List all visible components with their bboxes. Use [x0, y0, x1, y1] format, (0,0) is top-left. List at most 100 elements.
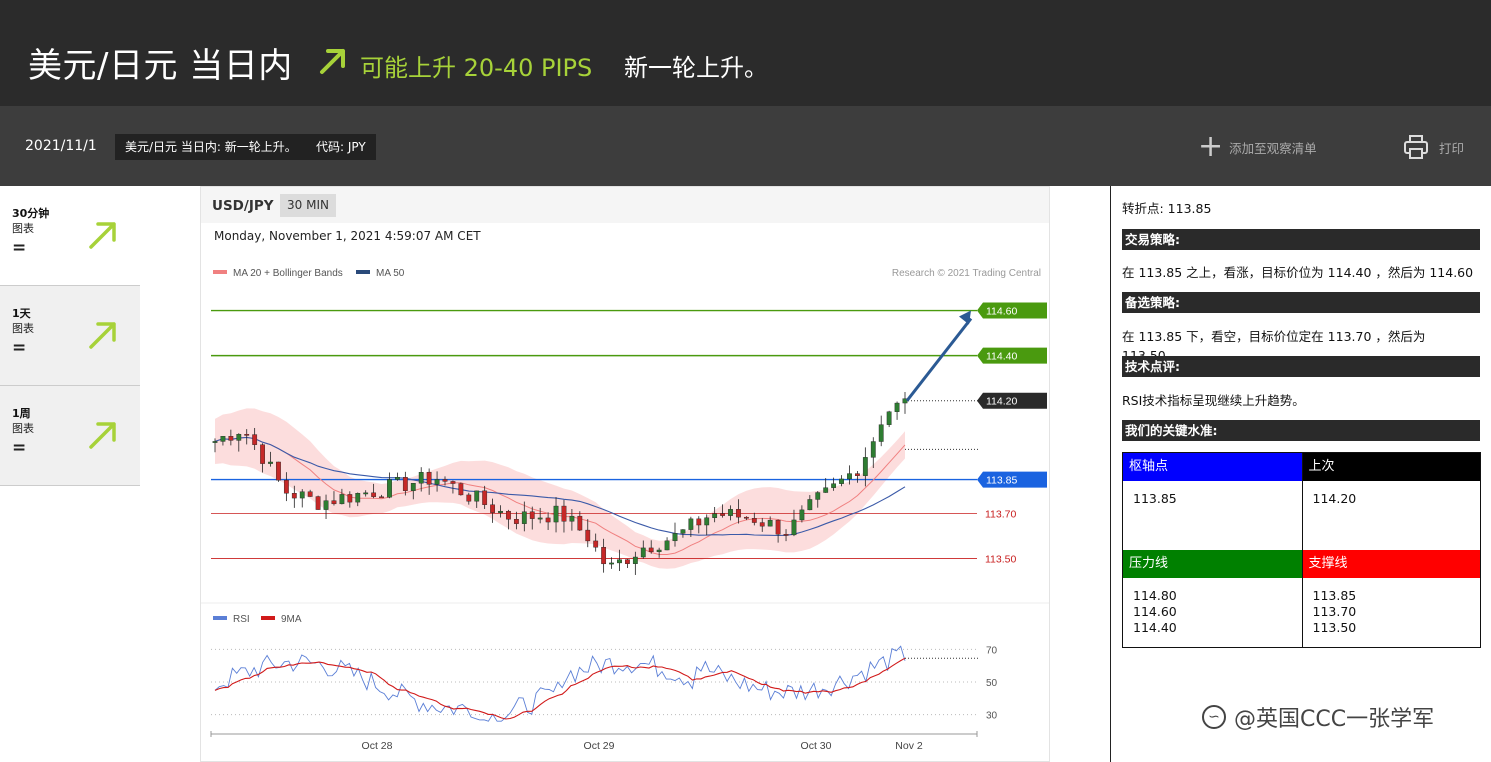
- page-title: 美元/日元 当日内: [28, 46, 293, 86]
- candle-body: [545, 517, 551, 523]
- candle-body: [743, 516, 749, 519]
- candle-body: [728, 509, 733, 516]
- candle-body: [315, 496, 321, 510]
- candle-body: [220, 436, 226, 442]
- trend-indicator: =: [12, 438, 27, 458]
- candle-body: [458, 483, 464, 496]
- title-tag: 美元/日元 当日内: 新一轮上升。: [115, 134, 307, 160]
- rsi-tick-label: 50: [986, 678, 998, 689]
- candle-body: [379, 496, 384, 499]
- trend-indicator: =: [12, 338, 27, 358]
- level-label: 113.85: [986, 475, 1017, 487]
- rsi-tick-label: 30: [986, 711, 998, 722]
- candle-body: [751, 518, 757, 523]
- legend-swatch-9ma: [261, 616, 275, 620]
- candle-body: [355, 493, 361, 503]
- candle-body: [418, 472, 424, 484]
- candle-body: [395, 476, 400, 480]
- candle-body: [823, 487, 829, 493]
- bollinger-bands: [215, 408, 905, 569]
- candle-body: [260, 444, 265, 464]
- last-value: 114.20: [1312, 491, 1357, 506]
- printer-icon: [1404, 135, 1428, 159]
- print-button[interactable]: 打印: [1403, 134, 1464, 160]
- candle-body: [736, 509, 741, 518]
- rsi-line: [214, 645, 906, 722]
- up-right-arrow-icon: [86, 218, 120, 252]
- resistance-value: 114.60: [1133, 604, 1177, 619]
- pivot-text: 转折点: 113.85: [1122, 201, 1212, 216]
- level-label: 113.50: [985, 553, 1016, 565]
- candle-body: [466, 494, 472, 502]
- candle-body: [799, 509, 805, 521]
- candle-body: [601, 547, 607, 565]
- level-label: 114.40: [986, 351, 1017, 363]
- candle-body: [680, 529, 686, 534]
- resistance-header: 压力线: [1123, 550, 1302, 578]
- rsi-tick-label: 70: [986, 645, 998, 656]
- x-tick-label: Oct 30: [801, 740, 832, 752]
- candle-body: [704, 517, 710, 526]
- support-value: 113.50: [1312, 620, 1357, 635]
- sidebar-item-name: 1天: [12, 307, 31, 320]
- candle-body: [720, 513, 725, 516]
- candle-body: [696, 518, 702, 526]
- add-to-watchlist-button[interactable]: + 添加至观察清单: [1198, 129, 1317, 164]
- resistance-values: 114.80 114.60 114.40: [1123, 578, 1302, 647]
- pivot-value: 113.85: [1133, 491, 1177, 506]
- report-date: 2021/11/1: [25, 138, 97, 154]
- candle-body: [862, 457, 868, 476]
- level-label: 114.60: [986, 306, 1017, 318]
- candle-body: [791, 519, 797, 536]
- candle-body: [228, 436, 234, 441]
- sidebar-item-label: 图表: [12, 222, 34, 235]
- candle-body: [426, 472, 432, 485]
- candle-body: [831, 483, 837, 488]
- candle-body: [783, 534, 789, 536]
- candle-body: [775, 519, 781, 535]
- forecast-text: 可能上升 20-40 PIPS: [360, 54, 593, 82]
- level-label: 113.70: [985, 508, 1016, 520]
- candle-body: [268, 461, 273, 464]
- candle-body: [656, 549, 662, 553]
- candle-body: [878, 424, 884, 442]
- print-label: 打印: [1439, 140, 1465, 156]
- candle-body: [276, 461, 281, 481]
- page-header: 美元/日元 当日内 可能上升 20-40 PIPS 新一轮上升。: [0, 0, 1491, 106]
- forecast-arrow-head: [959, 310, 971, 325]
- sidebar-item-label: 图表: [12, 422, 34, 435]
- candle-body: [807, 499, 813, 511]
- candle-body: [648, 547, 654, 553]
- page-subtitle: 新一轮上升。: [624, 54, 768, 82]
- candle-body: [815, 492, 821, 500]
- support-header: 支撑线: [1302, 550, 1480, 578]
- level-label: 114.20: [986, 396, 1017, 408]
- candle-body: [855, 473, 860, 476]
- candle-body: [585, 529, 591, 542]
- candle-body: [410, 483, 416, 491]
- sidebar-item-30min[interactable]: 30分钟 图表 =: [0, 186, 140, 286]
- candle-body: [767, 519, 773, 527]
- candle-body: [347, 494, 353, 503]
- candle-body: [870, 441, 876, 458]
- strategy-heading: 交易策略:: [1122, 229, 1480, 250]
- sidebar-item-label: 图表: [12, 322, 34, 335]
- candle-body: [244, 434, 250, 436]
- candle-body: [513, 519, 519, 524]
- sidebar-item-1week[interactable]: 1周 图表 =: [0, 386, 140, 486]
- candle-body: [339, 494, 345, 505]
- candle-body: [252, 434, 258, 445]
- candle-body: [323, 500, 329, 510]
- key-levels-heading: 我们的关键水准:: [1122, 420, 1480, 441]
- chart-panel: USD/JPY 30 MIN Monday, November 1, 2021 …: [200, 186, 1050, 762]
- up-right-arrow-icon: [316, 44, 350, 78]
- sidebar-item-1day[interactable]: 1天 图表 =: [0, 286, 140, 386]
- candle-body: [839, 478, 844, 484]
- legend-label-rsi: RSI: [233, 614, 250, 625]
- key-levels-table: 枢轴点 上次 113.85 114.20 压力线 支撑线 114.80 114.…: [1122, 452, 1481, 648]
- plus-icon: +: [1198, 129, 1224, 164]
- candle-body: [371, 492, 377, 497]
- candle-body: [521, 511, 527, 524]
- candle-body: [712, 513, 718, 518]
- x-tick-label: Oct 29: [584, 740, 615, 752]
